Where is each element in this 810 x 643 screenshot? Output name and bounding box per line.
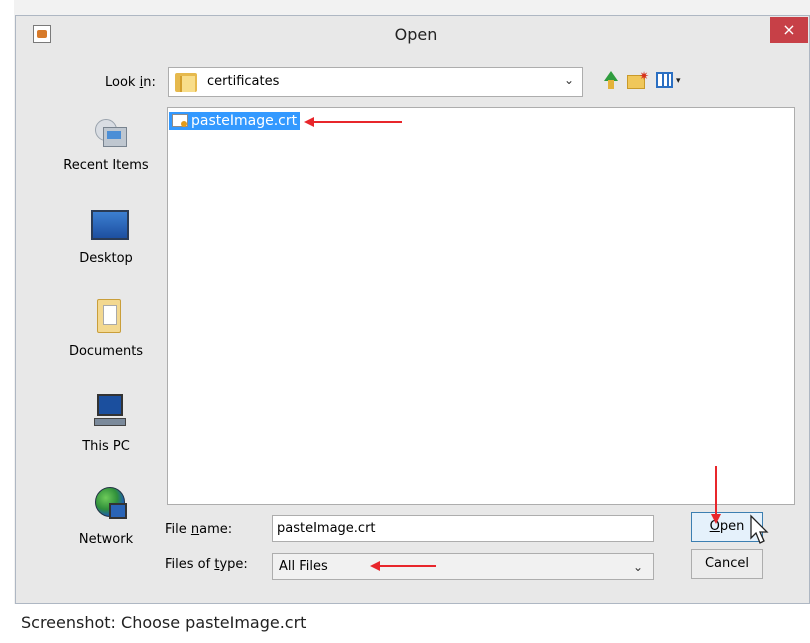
folder-icon <box>175 73 197 92</box>
desktop-icon <box>89 204 129 244</box>
look-in-label: Look in: <box>105 75 156 90</box>
files-of-type-value: All Files <box>279 559 328 574</box>
place-label: Network <box>78 532 134 547</box>
dialog-title: Open <box>394 25 438 44</box>
certificate-file-icon <box>172 114 188 127</box>
place-recent-items[interactable]: Recent Items <box>45 111 167 191</box>
chevron-down-icon: ⌄ <box>563 73 574 87</box>
annotation-arrow-files-of-type <box>370 561 436 571</box>
documents-icon <box>89 297 129 337</box>
place-network[interactable]: Network <box>45 485 167 565</box>
place-label: Documents <box>68 344 144 359</box>
annotation-arrow-open <box>711 466 721 524</box>
files-of-type-select[interactable]: All Files ⌄ <box>272 553 654 580</box>
close-button[interactable]: × <box>770 17 808 43</box>
place-this-pc[interactable]: This PC <box>45 392 167 472</box>
screenshot-frame: Open × Look in: certificates ⌄ ✷ ▾ Recen… <box>0 0 810 604</box>
place-documents[interactable]: Documents <box>45 297 167 377</box>
recent-items-icon <box>89 111 129 151</box>
file-list[interactable]: pasteImage.crt <box>167 107 795 505</box>
view-menu-icon[interactable]: ▾ <box>656 69 684 93</box>
mouse-pointer-icon <box>750 514 769 544</box>
look-in-value: certificates <box>207 74 280 89</box>
places-bar: Recent Items Desktop Documents This PC N… <box>45 111 167 596</box>
file-item-selected[interactable]: pasteImage.crt <box>169 112 301 130</box>
this-pc-icon <box>89 392 129 432</box>
title-bar: Open × <box>16 16 809 54</box>
chevron-down-icon: ⌄ <box>632 560 643 574</box>
file-item-name: pasteImage.crt <box>191 113 298 129</box>
new-folder-icon[interactable]: ✷ <box>625 69 649 93</box>
java-app-icon <box>33 25 51 43</box>
place-label: This PC <box>82 439 130 454</box>
open-dialog: Open × Look in: certificates ⌄ ✷ ▾ Recen… <box>15 15 810 604</box>
folder-up-icon[interactable] <box>599 69 621 93</box>
file-name-label: File name: <box>165 522 233 537</box>
cancel-button[interactable]: Cancel <box>691 549 763 579</box>
annotation-arrow-file <box>304 117 402 127</box>
place-desktop[interactable]: Desktop <box>45 204 167 284</box>
place-label: Recent Items <box>63 158 149 173</box>
file-name-input[interactable]: pasteImage.crt <box>272 515 654 542</box>
look-in-combo[interactable]: certificates ⌄ <box>168 67 583 97</box>
screenshot-caption: Screenshot: Choose pasteImage.crt <box>21 613 307 632</box>
files-of-type-label: Files of type: <box>165 557 248 572</box>
network-icon <box>89 485 129 525</box>
place-label: Desktop <box>79 251 133 266</box>
